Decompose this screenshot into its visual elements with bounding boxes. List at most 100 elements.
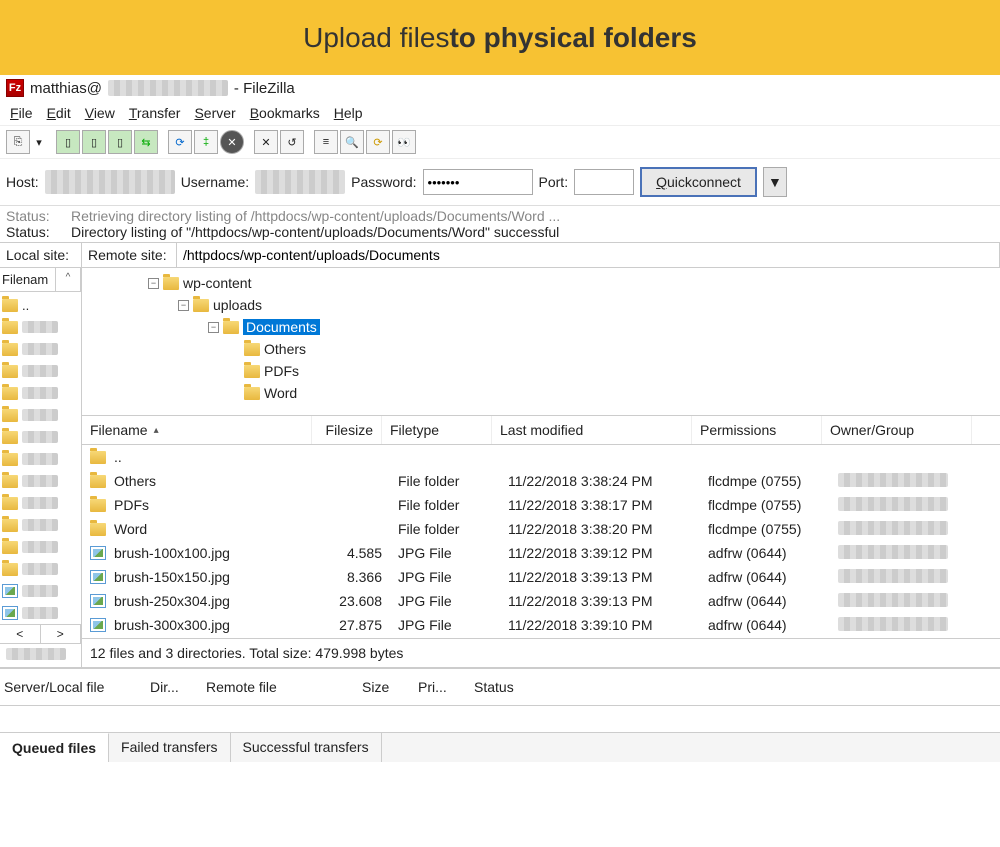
log-text-2: Directory listing of "/httpdocs/wp-conte… [71, 224, 559, 240]
cell-name: brush-250x304.jpg [114, 593, 230, 609]
title-server-blur [108, 80, 228, 96]
tab-failed[interactable]: Failed transfers [109, 733, 230, 762]
tree-node-pdfs[interactable]: PDFs [264, 363, 299, 379]
tab-successful[interactable]: Successful transfers [231, 733, 382, 762]
toolbar-compare-icon[interactable]: ⟳ [366, 130, 390, 154]
cell-name: Word [114, 521, 147, 537]
local-item-blur [22, 519, 58, 531]
cell-size: 8.366 [320, 569, 390, 585]
toolbar-find-icon[interactable]: 👀 [392, 130, 416, 154]
table-row[interactable]: brush-100x100.jpg4.585JPG File11/22/2018… [82, 541, 1000, 565]
host-input[interactable] [45, 170, 175, 194]
remote-rows[interactable]: ..OthersFile folder11/22/2018 3:38:24 PM… [82, 445, 1000, 638]
port-input[interactable] [574, 169, 634, 195]
toolbar: ⎘ ▾ ▯ ▯ ▯ ⇆ ⟳ ‡ ✕ ✕ ↺ ≡ 🔍 ⟳ 👀 [0, 125, 1000, 159]
tree-node-uploads[interactable]: uploads [213, 297, 262, 313]
local-updir: .. [22, 298, 29, 313]
menu-bookmarks[interactable]: Bookmarks [244, 103, 326, 123]
folder-icon [193, 299, 209, 312]
toolbar-search-icon[interactable]: 🔍 [340, 130, 364, 154]
quickconnect-button[interactable]: QQuickconnectuickconnect [640, 167, 757, 197]
local-scroll-left[interactable]: < [0, 625, 41, 643]
qcol-dir[interactable]: Dir... [150, 679, 190, 695]
folder-icon [2, 321, 18, 334]
menu-server[interactable]: Server [188, 103, 241, 123]
username-input[interactable] [255, 170, 345, 194]
toolbar-panel1-icon[interactable]: ▯ [56, 130, 80, 154]
qcol-size[interactable]: Size [362, 679, 402, 695]
tree-collapse-icon[interactable]: − [208, 322, 219, 333]
folder-icon [2, 387, 18, 400]
col-permissions[interactable]: Permissions [692, 416, 822, 444]
folder-icon [2, 563, 18, 576]
local-scroll-up[interactable]: ^ [56, 268, 81, 291]
col-owner[interactable]: Owner/Group [822, 416, 972, 444]
toolbar-dropdown-icon[interactable]: ▾ [32, 130, 46, 154]
table-row[interactable]: brush-150x150.jpg8.366JPG File11/22/2018… [82, 565, 1000, 589]
remote-tree[interactable]: − wp-content − uploads − Documents Others P… [82, 268, 1000, 416]
tree-node-wpcontent[interactable]: wp-content [183, 275, 251, 291]
toolbar-sitemanager-icon[interactable]: ⎘ [6, 130, 30, 154]
toolbar-panel3-icon[interactable]: ▯ [108, 130, 132, 154]
cell-modified: 11/22/2018 3:38:17 PM [500, 497, 700, 513]
col-filesize[interactable]: Filesize [312, 416, 382, 444]
owner-blur [838, 569, 948, 583]
cell-type: JPG File [390, 593, 500, 609]
table-row[interactable]: PDFsFile folder11/22/2018 3:38:17 PMflcd… [82, 493, 1000, 517]
qcol-pri[interactable]: Pri... [418, 679, 458, 695]
folder-icon [2, 541, 18, 554]
cell-size: 27.875 [320, 617, 390, 633]
toolbar-sync-icon[interactable]: ⇆ [134, 130, 158, 154]
menu-help[interactable]: Help [328, 103, 369, 123]
toolbar-filter-icon[interactable]: ≡ [314, 130, 338, 154]
col-filetype[interactable]: Filetype [382, 416, 492, 444]
table-row[interactable]: brush-300x300.jpg27.875JPG File11/22/201… [82, 613, 1000, 637]
qcol-server[interactable]: Server/Local file [4, 679, 134, 695]
toolbar-disconnect-icon[interactable]: ✕ [254, 130, 278, 154]
folder-icon [2, 365, 18, 378]
tree-node-others[interactable]: Others [264, 341, 306, 357]
local-file-list[interactable]: .. [0, 292, 81, 624]
qcol-remote[interactable]: Remote file [206, 679, 346, 695]
banner: Upload files to physical folders [0, 0, 1000, 75]
tree-collapse-icon[interactable]: − [178, 300, 189, 311]
col-filename[interactable]: Filename ▴ [82, 416, 312, 444]
toolbar-process-icon[interactable]: ‡ [194, 130, 218, 154]
image-icon [90, 618, 106, 632]
tree-node-word[interactable]: Word [264, 385, 297, 401]
tree-node-documents[interactable]: Documents [243, 319, 320, 335]
cell-perm: flcdmpe (0755) [700, 473, 830, 489]
menu-view[interactable]: View [79, 103, 121, 123]
menu-transfer[interactable]: Transfer [123, 103, 187, 123]
toolbar-refresh-icon[interactable]: ⟳ [168, 130, 192, 154]
cell-perm: adfrw (0644) [700, 617, 830, 633]
menu-edit[interactable]: Edit [41, 103, 77, 123]
qcol-status[interactable]: Status [474, 679, 514, 695]
table-row[interactable]: OthersFile folder11/22/2018 3:38:24 PMfl… [82, 469, 1000, 493]
folder-icon [90, 475, 106, 488]
table-row[interactable]: brush-250x304.jpg23.608JPG File11/22/201… [82, 589, 1000, 613]
col-modified[interactable]: Last modified [492, 416, 692, 444]
toolbar-cancel-icon[interactable]: ✕ [220, 130, 244, 154]
folder-icon [90, 499, 106, 512]
tree-collapse-icon[interactable]: − [148, 278, 159, 289]
cell-name: brush-150x150.jpg [114, 569, 230, 585]
quickconnect-dropdown[interactable]: ▼ [763, 167, 787, 197]
remote-pane: − wp-content − uploads − Documents Others P… [82, 268, 1000, 667]
local-col-filename[interactable]: Filenam [0, 268, 56, 291]
local-scroll-right[interactable]: > [41, 625, 82, 643]
banner-text-2: to physical folders [449, 22, 696, 54]
toolbar-panel2-icon[interactable]: ▯ [82, 130, 106, 154]
menu-file[interactable]: File [4, 103, 39, 123]
tab-queued[interactable]: Queued files [0, 733, 109, 762]
cell-name: brush-300x300.jpg [114, 617, 230, 633]
table-row[interactable]: WordFile folder11/22/2018 3:38:20 PMflcd… [82, 517, 1000, 541]
toolbar-reconnect-icon[interactable]: ↺ [280, 130, 304, 154]
folder-icon [2, 431, 18, 444]
remote-site-input[interactable] [183, 247, 993, 263]
password-input[interactable] [423, 169, 533, 195]
local-item-blur [22, 431, 58, 443]
table-row[interactable]: .. [82, 445, 1000, 469]
image-icon [90, 546, 106, 560]
cell-owner [830, 545, 980, 562]
